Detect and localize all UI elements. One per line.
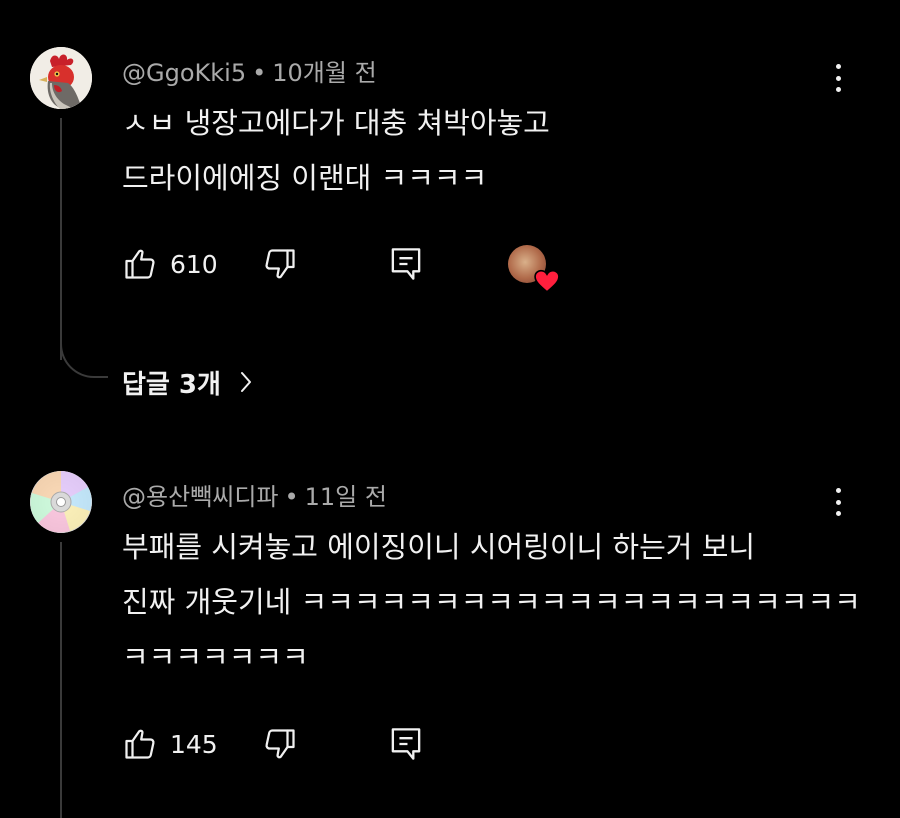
creator-avatar: [508, 245, 560, 293]
comment-actions: 145: [122, 722, 582, 766]
kebab-dot: [835, 75, 841, 81]
comment-actions: 610: [122, 242, 582, 293]
thumbs-down-icon: [265, 249, 295, 279]
comment-meta: @GgoKki5 • 10개월 전: [122, 53, 377, 88]
like-count: 610: [170, 249, 218, 279]
kebab-dot: [835, 499, 841, 505]
chevron-right-icon: [240, 372, 251, 392]
kebab-dot: [835, 488, 841, 493]
reply-comment-icon: [391, 248, 421, 280]
comment-text: ㅅㅂ 냉장고에다가 대충 쳐박아놓고 드라이에에징 이랜대 ㅋㅋㅋㅋ: [122, 96, 550, 206]
author-handle[interactable]: @용산빽씨디파: [122, 483, 278, 511]
thread-line: [60, 542, 62, 818]
thread-curve: [60, 340, 108, 378]
thumbs-down-icon: [265, 729, 295, 759]
comment-item: @GgoKki5 • 10개월 전 ㅅㅂ 냉장고에다가 대충 쳐박아놓고 드라이에에…: [0, 0, 900, 420]
thumbs-up-icon: [125, 729, 155, 759]
kebab-dot: [835, 511, 841, 516]
comment-line: 진짜 개웃기네 ㅋㅋㅋㅋㅋㅋㅋㅋㅋㅋㅋㅋㅋㅋㅋㅋㅋㅋㅋㅋㅋ: [122, 585, 861, 619]
thread-line: [60, 118, 62, 360]
kebab-dot: [835, 64, 841, 69]
cd-disc-avatar-icon: [30, 471, 92, 533]
reply-button[interactable]: [388, 722, 424, 766]
author-avatar[interactable]: [30, 47, 92, 109]
view-replies-button[interactable]: 답글 3개: [122, 362, 253, 402]
replies-label: 답글 3개: [122, 369, 221, 400]
comment-meta: @용산빽씨디파 • 11일 전: [122, 477, 387, 512]
comment-line: ㅋㅋㅋㅋㅋㅋㅋ: [122, 640, 309, 674]
comment-line: 부패를 시켜놓고 에이징이니 시어링이니 하는거 보니: [122, 530, 756, 564]
author-avatar[interactable]: [30, 471, 92, 533]
author-handle[interactable]: @GgoKki5: [122, 59, 246, 87]
heart-icon: [534, 269, 560, 293]
comment-line: 드라이에에징 이랜대 ㅋㅋㅋㅋ: [122, 161, 488, 195]
rooster-avatar-icon: [30, 47, 92, 109]
comment-time[interactable]: 10개월 전: [272, 59, 376, 87]
meta-separator: •: [252, 59, 267, 87]
creator-heart-badge[interactable]: [508, 242, 560, 293]
comment-line: ㅅㅂ 냉장고에다가 대충 쳐박아놓고: [122, 106, 550, 140]
comment-menu-button[interactable]: [828, 60, 848, 96]
like-button[interactable]: 145: [122, 722, 218, 766]
comment-text: 부패를 시켜놓고 에이징이니 시어링이니 하는거 보니 진짜 개웃기네 ㅋㅋㅋㅋ…: [122, 520, 861, 685]
like-button[interactable]: 610: [122, 242, 218, 286]
comment-menu-button[interactable]: [828, 484, 848, 520]
dislike-button[interactable]: [262, 722, 298, 766]
comment-time[interactable]: 11일 전: [305, 483, 387, 511]
comment-item: @용산빽씨디파 • 11일 전 부패를 시켜놓고 에이징이니 시어링이니 하는거 보…: [0, 440, 900, 818]
kebab-dot: [835, 87, 841, 92]
reply-comment-icon: [391, 728, 421, 760]
meta-separator: •: [284, 483, 299, 511]
thumbs-up-icon: [125, 249, 155, 279]
reply-button[interactable]: [388, 242, 424, 286]
like-count: 145: [170, 729, 218, 759]
dislike-button[interactable]: [262, 242, 298, 286]
